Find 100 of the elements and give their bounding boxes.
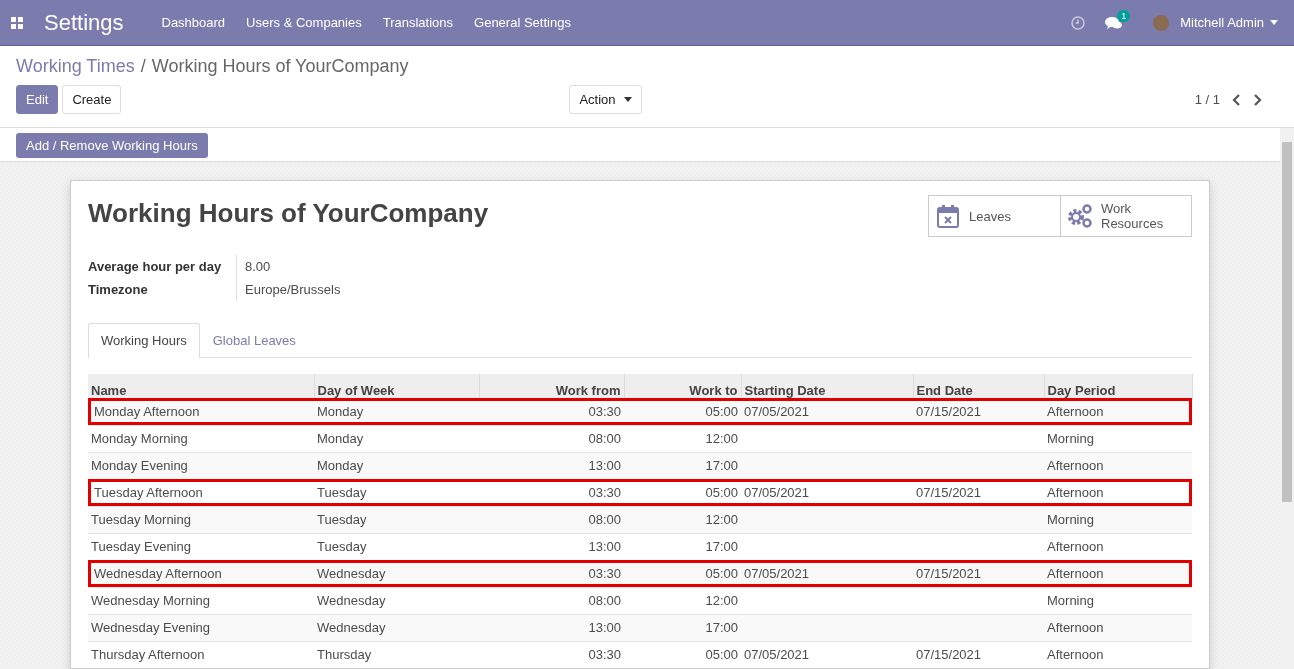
column-header[interactable]: Work to [624, 374, 741, 398]
table-cell: Afternoon [1047, 404, 1104, 419]
table-cell: 07/15/2021 [916, 566, 982, 581]
record-title: Working Hours of YourCompany [88, 198, 489, 230]
table-cell: Tuesday [317, 485, 367, 500]
table-cell: 08:00 [588, 593, 621, 608]
table-cell: Tuesday [317, 512, 367, 527]
calendar-icon [935, 203, 961, 229]
column-header[interactable]: Day Period [1044, 374, 1192, 398]
table-cell: 07/15/2021 [916, 647, 982, 662]
action-dropdown[interactable]: Action [569, 85, 642, 114]
table-cell: Thursday [317, 647, 372, 662]
table-cell: 17:00 [705, 539, 738, 554]
user-menu[interactable]: Mitchell Admin [1180, 15, 1264, 30]
field-label: Average hour per day [88, 255, 237, 278]
table-cell: Monday [317, 431, 364, 446]
breadcrumb-separator: / [140, 56, 146, 77]
breadcrumb-current: Working Hours of YourCompany [151, 56, 409, 77]
table-cell: 05:00 [705, 404, 738, 419]
table-cell: Morning [1047, 512, 1094, 527]
table-cell: 03:30 [588, 404, 621, 419]
table-cell: 05:00 [705, 485, 738, 500]
table-row[interactable]: Thursday Afternoon Thursday 03:30 05:00 07/05/2021 07/15/2021 Afternoon [88, 641, 1192, 668]
chat-icon[interactable] [1105, 15, 1124, 30]
table-row[interactable]: Wednesday Evening Wednesday 13:00 17:00 Afternoon [88, 614, 1192, 641]
pager-count: 1 / 1 [1194, 92, 1220, 107]
menu-item[interactable]: Dashboard [161, 15, 226, 30]
app-title: Settings [44, 9, 124, 36]
table-cell: 13:00 [588, 458, 621, 473]
table-cell: Afternoon [1047, 485, 1104, 500]
table-cell: Tuesday Morning [91, 512, 191, 527]
highlighted-row[interactable]: Wednesday Afternoon Wednesday 03:30 05:00 07/05/2021 07/15/2021 Afternoon [88, 560, 1192, 587]
table-cell: 05:00 [705, 566, 738, 581]
table-cell: Tuesday [317, 539, 367, 554]
menu-item[interactable]: Translations [382, 15, 454, 30]
table-cell: 07/05/2021 [744, 404, 810, 419]
table-cell: 07/15/2021 [916, 485, 982, 500]
breadcrumb-link[interactable]: Working Times [16, 56, 135, 77]
table-cell: 17:00 [705, 458, 738, 473]
message-count-badge: 1 [1117, 9, 1131, 22]
table-cell: 17:00 [705, 620, 738, 635]
table-cell: 03:30 [588, 566, 621, 581]
column-header[interactable]: End Date [913, 374, 1044, 398]
table-cell: Morning [1047, 593, 1094, 608]
table-cell: 03:30 [588, 647, 621, 662]
table-row[interactable]: Tuesday Morning Tuesday 08:00 12:00 Morning [88, 506, 1192, 533]
previous-icon[interactable] [1232, 93, 1241, 106]
highlighted-row[interactable]: Tuesday Afternoon Tuesday 03:30 05:00 07/05/2021 07/15/2021 Afternoon [88, 479, 1192, 506]
table-cell: Monday [317, 458, 364, 473]
table-cell: Wednesday Afternoon [94, 566, 222, 581]
menu-item[interactable]: Users & Companies [246, 15, 362, 30]
table-cell: Afternoon [1047, 458, 1104, 473]
column-header[interactable]: Name [88, 374, 314, 398]
table-cell: 03:30 [588, 485, 621, 500]
table-cell: 12:00 [705, 512, 738, 527]
column-header[interactable]: Starting Date [741, 374, 913, 398]
edit-button[interactable]: Edit [16, 85, 59, 114]
tab[interactable]: Working Hours [88, 323, 200, 358]
caret-icon [1270, 20, 1278, 25]
apps-menu-icon[interactable] [10, 15, 24, 30]
next-icon[interactable] [1253, 93, 1262, 106]
table-cell: Thursday Afternoon [91, 647, 205, 662]
field-value: Europe/Brussels [244, 281, 342, 299]
table-cell: Tuesday Afternoon [94, 485, 203, 500]
clock-icon[interactable] [1071, 15, 1086, 30]
tab[interactable]: Global Leaves [199, 323, 309, 358]
caret-icon [623, 97, 632, 102]
table-cell: 07/05/2021 [744, 647, 810, 662]
table-cell: 13:00 [588, 539, 621, 554]
table-cell: Afternoon [1047, 539, 1104, 554]
table-cell: 12:00 [705, 593, 738, 608]
table-cell: Monday Afternoon [94, 404, 200, 419]
table-cell: Afternoon [1047, 620, 1104, 635]
highlighted-row[interactable]: Monday Afternoon Monday 03:30 05:00 07/05/2021 07/15/2021 Afternoon [88, 398, 1192, 425]
table-row[interactable]: Tuesday Evening Tuesday 13:00 17:00 Afternoon [88, 533, 1192, 560]
table-cell: Wednesday Morning [91, 593, 210, 608]
column-header[interactable]: Work from [479, 374, 624, 398]
table-cell: 07/05/2021 [744, 566, 810, 581]
user-avatar [1153, 14, 1170, 31]
table-cell: Morning [1047, 431, 1094, 446]
create-button[interactable]: Create [62, 85, 122, 114]
scrollbar[interactable] [1280, 128, 1294, 669]
column-header[interactable]: Day of Week [314, 374, 479, 398]
gears-icon [1067, 203, 1093, 229]
table-cell: Wednesday [317, 620, 386, 635]
table-cell: Afternoon [1047, 647, 1104, 662]
menu-item[interactable]: General Settings [474, 15, 571, 30]
table-cell: 07/05/2021 [744, 485, 810, 500]
table-cell: Afternoon [1047, 566, 1104, 581]
add-remove-button[interactable]: Add / Remove Working Hours [16, 133, 208, 158]
table-cell: Wednesday [317, 593, 386, 608]
table-row[interactable]: Monday Evening Monday 13:00 17:00 Afternoon [88, 452, 1192, 479]
table-cell: Monday Morning [91, 431, 188, 446]
table-cell: Wednesday [317, 566, 386, 581]
table-cell: 07/15/2021 [916, 404, 982, 419]
table-cell: 13:00 [588, 620, 621, 635]
table-cell: Monday Evening [91, 458, 188, 473]
table-cell: 08:00 [588, 431, 621, 446]
table-cell: Monday [317, 404, 364, 419]
table-cell: Tuesday Evening [91, 539, 191, 554]
